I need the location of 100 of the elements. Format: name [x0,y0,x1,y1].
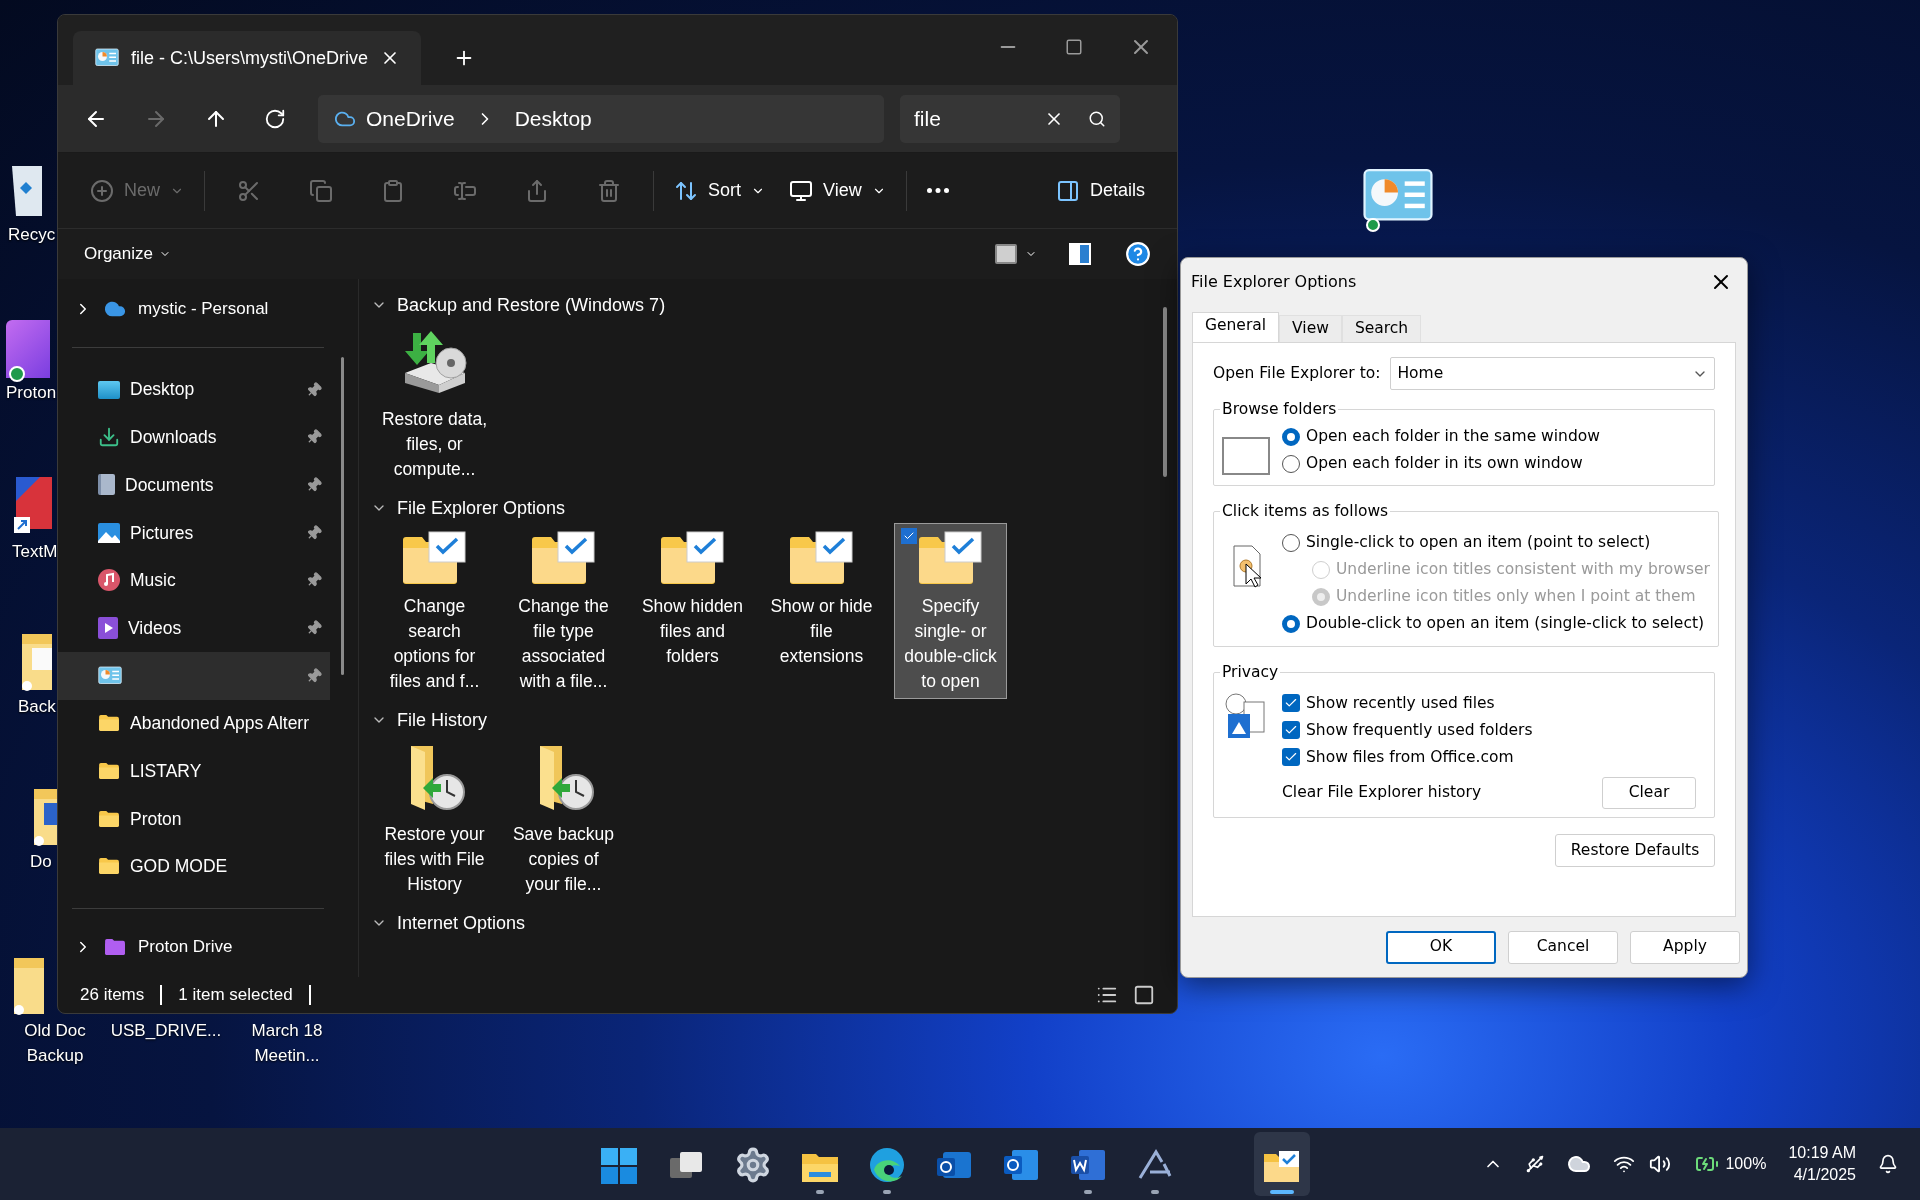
checkbox[interactable] [1282,694,1300,713]
dialog-tab[interactable]: General [1192,312,1280,342]
control-panel-item[interactable]: Change the file type associated with a file... [508,524,619,698]
field-label: Open File Explorer to: [1213,362,1381,384]
desktop-icon-label[interactable]: Proton [6,380,57,405]
control-panel-item[interactable]: Specify single- or double-click to open [895,524,1006,698]
nav-item[interactable]: LISTARY [58,747,330,795]
panel-icon [1055,178,1080,203]
radio-button[interactable] [1282,534,1300,552]
search-icon[interactable] [1088,109,1106,128]
nav-item[interactable]: Proton Drive [58,927,358,968]
checkbox[interactable] [1282,721,1300,740]
search-field[interactable]: file [900,94,1120,143]
dialog-tab[interactable]: View [1279,315,1342,342]
control-panel-item[interactable]: Change search options for files and f... [379,524,490,698]
document-icon [98,474,115,496]
item-label: Change the file type associated with a file... [517,595,610,693]
nav-item[interactable]: Pictures [58,508,330,557]
nav-item[interactable]: Desktop [58,365,330,414]
control-panel-item[interactable]: Show hidden files and folders [637,524,748,698]
running-indicator [883,1190,891,1194]
help-icon[interactable] [1125,241,1151,267]
nav-item[interactable] [58,651,330,700]
control-panel-item[interactable]: Show or hide file extensions [766,524,877,698]
dialog-button[interactable]: Apply [1630,930,1740,964]
sort-button[interactable]: Sort [662,167,778,214]
preview-pane-icon[interactable] [995,244,1017,264]
desktop-icon-label[interactable]: Do [30,849,52,874]
group-title: Browse folders [1221,399,1338,420]
notification-bell-icon[interactable] [1878,1154,1898,1174]
scrollbar[interactable] [341,357,344,675]
item-label: Restore data, files, or compute... [380,408,489,481]
group-header[interactable]: File Explorer Options [371,492,1177,524]
details-button[interactable]: Details [1043,167,1157,214]
nav-item[interactable]: Videos [58,604,330,652]
nav-item[interactable]: Music [58,556,330,605]
folder-icon [98,762,120,781]
radio-button[interactable] [1282,615,1300,633]
nav-item[interactable]: Abandoned Apps Alterr [58,699,330,748]
volume-icon[interactable] [1649,1153,1672,1175]
item-label: Save backup copies of your file... [511,823,616,896]
usb-icon[interactable] [1525,1154,1546,1174]
running-indicator [1084,1190,1092,1194]
nav-item[interactable]: Proton [58,794,330,843]
desktop-icon-label[interactable]: USB_DRIVE... [108,1018,224,1043]
clear-button[interactable]: Clear [1602,776,1696,809]
nav-item-label: Documents [125,473,214,497]
trash-icon [597,178,621,203]
maximize-icon[interactable] [1065,38,1083,56]
nav-item[interactable]: GOD MODE [58,842,330,891]
control-panel-item[interactable]: Save backup copies of your file... [508,736,619,901]
selection-checkbox[interactable] [901,528,917,544]
search-query: file [914,105,941,132]
nav-item[interactable]: Downloads [58,413,330,462]
breadcrumb-item[interactable]: Desktop [514,102,592,135]
taskbar-app[interactable] [1254,1132,1310,1196]
radio-label: Double-click to open an item (single-click to select) [1306,613,1705,635]
dialog-button[interactable]: OK [1386,930,1496,964]
checkbox[interactable] [1282,748,1300,767]
large-icons-view-icon[interactable] [1133,984,1155,1006]
item-label: Show or hide file extensions [769,595,874,668]
gear-icon [734,1146,772,1184]
radio-label: Open each folder in the same window [1306,426,1600,448]
group-header[interactable]: File History [371,704,1177,736]
item-count: 26 items [80,984,145,1007]
nav-item-label: Music [130,569,176,593]
desktop-icon-label[interactable]: Recyc [8,222,56,247]
control-panel-item[interactable]: Restore your files with File History [379,736,490,901]
nav-item[interactable]: Documents [58,461,330,509]
group-header[interactable]: Backup and Restore (Windows 7) [371,289,1177,321]
view-button[interactable]: View [777,167,898,214]
folder-checkmark-icon [529,530,598,586]
scrollbar[interactable] [1163,307,1167,477]
desktop-icon-label[interactable]: TextM [12,539,58,564]
folder-checkmark-icon [658,530,727,586]
group-header[interactable]: Internet Options [371,907,1177,939]
dialog-tab[interactable]: Search [1341,315,1422,342]
dialog-title: File Explorer Options [1191,271,1357,293]
organize-menu[interactable]: Organize [84,241,171,267]
radio-button[interactable] [1282,427,1300,446]
dropdown[interactable]: Home [1390,357,1715,390]
desktop-icon [98,380,120,399]
clock[interactable]: 10:19 AM 4/1/2025 [1788,1142,1856,1186]
details-pane-icon[interactable] [1069,243,1091,265]
nav-item[interactable]: mystic - Personal [58,289,358,329]
breadcrumb-item[interactable]: OneDrive [366,102,455,135]
running-indicator [816,1190,824,1194]
restore-defaults-button[interactable]: Restore Defaults [1555,833,1715,867]
scissors-icon [237,178,261,203]
radio-button[interactable] [1282,454,1300,473]
control-panel-item[interactable]: Restore data, files, or compute... [379,321,490,486]
dialog-button[interactable]: Cancel [1508,930,1618,964]
control-panel-icon [95,48,119,68]
more-icon [926,188,949,193]
browser-tab[interactable]: file - C:\Users\mysti\OneDrive [73,31,421,85]
desktop-icon-label[interactable]: Back [18,694,56,719]
refresh-icon[interactable] [264,107,286,130]
desktop-icon-label[interactable]: March 18 Meetin... [232,1018,342,1068]
address-bar[interactable]: OneDrive Desktop [318,94,884,143]
desktop-icon-label[interactable]: Old Doc Backup [10,1018,100,1068]
